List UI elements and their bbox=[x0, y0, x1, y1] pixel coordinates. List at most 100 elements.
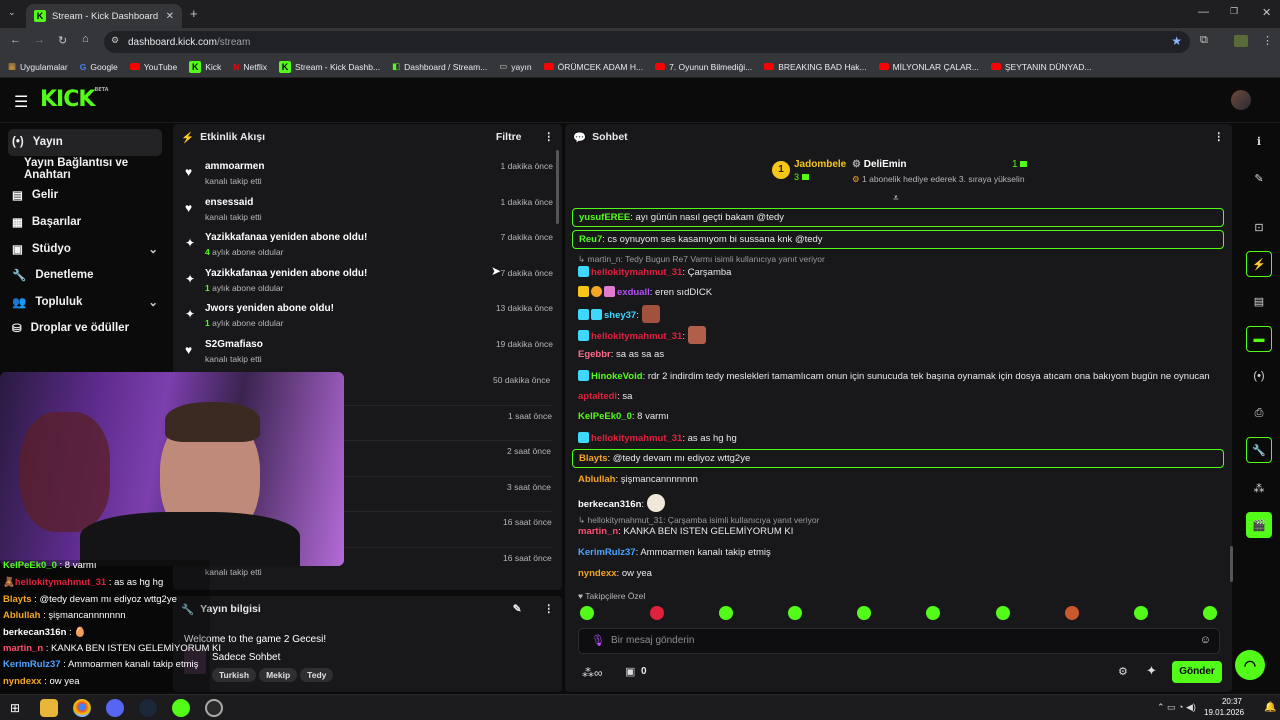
sidebar-item-denetleme[interactable]: 🔧 Denetleme bbox=[0, 262, 170, 289]
feed-item[interactable]: ✦ Jwors yeniden abone oldu! 1 aylık abon… bbox=[183, 303, 553, 339]
emote-icon[interactable] bbox=[1203, 606, 1217, 620]
sidebar-item-topluluk[interactable]: 👥 Topluluk ⌄ bbox=[0, 289, 170, 316]
emote-icon[interactable] bbox=[926, 606, 940, 620]
tag[interactable]: Mekip bbox=[259, 668, 298, 682]
capture-icon[interactable]: ⊡ bbox=[1246, 214, 1272, 240]
emote-icon[interactable] bbox=[580, 606, 594, 620]
sidebar-item-studyo[interactable]: ▣ Stüdyo ⌄ bbox=[0, 235, 170, 262]
browser-tab[interactable]: K Stream - Kick Dashboard ✕ bbox=[26, 4, 182, 28]
broadcast-icon[interactable]: (•) bbox=[1246, 363, 1272, 389]
notification-icon[interactable]: 🔔 bbox=[1264, 702, 1276, 713]
edit-pencil-icon[interactable]: ✎ bbox=[513, 603, 522, 615]
bookmark-google[interactable]: G Google bbox=[80, 62, 118, 72]
chat-message[interactable]: hellokitymahmut_31: Çarşamba bbox=[578, 266, 731, 278]
bookmark-dashboard[interactable]: ◧ Dashboard / Stream... bbox=[392, 61, 487, 72]
bookmark-folder-yayin[interactable]: ▭ yayın bbox=[499, 61, 531, 72]
chat-message[interactable]: Egebbr: sa as sa as bbox=[578, 349, 664, 360]
printer-icon[interactable]: ⎙ bbox=[1246, 400, 1272, 426]
emote-icon[interactable] bbox=[1065, 606, 1079, 620]
emote-icon[interactable] bbox=[1134, 606, 1148, 620]
extensions-icon[interactable]: ⧉ bbox=[1200, 34, 1208, 47]
chat-message[interactable]: hellokitymahmut_31: as as hg hg bbox=[578, 432, 737, 444]
bookmark-video-1[interactable]: ÖRÜMCEK ADAM H... bbox=[543, 62, 643, 72]
top-gifter-name[interactable]: Jadombele bbox=[794, 159, 846, 170]
more-options-icon[interactable]: ⋮ bbox=[544, 131, 555, 143]
chat-message[interactable]: shey37: bbox=[578, 305, 660, 323]
chrome-icon[interactable] bbox=[73, 699, 91, 717]
chat-message-highlighted[interactable]: Blayts: @tedy devam mı ediyoz wttg2ye bbox=[572, 449, 1224, 468]
tag[interactable]: Tedy bbox=[300, 668, 334, 682]
chat-message[interactable]: aptaltedi: sa bbox=[578, 391, 632, 402]
tag[interactable]: Turkish bbox=[212, 668, 257, 682]
wrench-icon[interactable]: 🔧 bbox=[1246, 437, 1272, 463]
bookmark-kick-stream[interactable]: K Stream - Kick Dashb... bbox=[279, 60, 380, 73]
emote-icon[interactable] bbox=[650, 606, 664, 620]
community-icon[interactable]: ⁂ bbox=[1246, 475, 1272, 501]
filter-button[interactable]: Filtre bbox=[496, 131, 522, 143]
emoji-picker-icon[interactable]: ☺ bbox=[1200, 634, 1211, 646]
user-avatar[interactable] bbox=[1231, 90, 1251, 110]
bookmark-video-4[interactable]: MİLYONLAR ÇALAR... bbox=[878, 62, 979, 72]
info-icon[interactable]: ℹ bbox=[1246, 128, 1272, 154]
browser-menu-icon[interactable]: ⋮ bbox=[1262, 34, 1273, 47]
window-close-icon[interactable]: ✕ bbox=[1262, 6, 1271, 19]
site-info-icon[interactable]: ⚙ bbox=[111, 35, 119, 46]
feed-item[interactable]: ♥ ensessaid kanalı takip etti 1 dakika ö… bbox=[183, 197, 553, 233]
send-button[interactable]: Gönder bbox=[1172, 661, 1222, 683]
support-headset-icon[interactable]: ◠ bbox=[1235, 650, 1265, 680]
chat-message-highlighted[interactable]: Reu7: cs oynuyom ses kasamıyom bi sussan… bbox=[572, 230, 1224, 249]
chat-message-highlighted[interactable]: yusufEREE: ayı günün nasıl geçti bakam @… bbox=[572, 208, 1224, 227]
sidebar-item-droplar[interactable]: ⛁ Droplar ve ödüller bbox=[0, 315, 170, 342]
microphone-icon[interactable]: 🎙 bbox=[591, 634, 605, 647]
bookmark-star-icon[interactable]: ★ bbox=[1171, 34, 1182, 48]
bookmark-netflix[interactable]: N Netflix bbox=[233, 62, 267, 72]
forward-icon[interactable]: → bbox=[34, 34, 45, 46]
emote-icon[interactable] bbox=[857, 606, 871, 620]
document-icon[interactable]: ▤ bbox=[1246, 288, 1272, 314]
gift-icon[interactable]: ▣ bbox=[625, 665, 635, 678]
chat-message[interactable]: KerimRulz37: Ammoarmen kanalı takip etmi… bbox=[578, 547, 771, 558]
windows-start-icon[interactable]: ⊞ bbox=[10, 701, 20, 715]
discord-icon[interactable] bbox=[106, 699, 124, 717]
system-tray-icons[interactable]: ⌃ ▭ ◔ ◀) bbox=[1157, 702, 1196, 713]
kick-app-icon[interactable] bbox=[172, 699, 190, 717]
infinity-points-icon[interactable]: ⁂∞ bbox=[582, 666, 603, 680]
restore-icon[interactable]: ❐ bbox=[1230, 6, 1238, 17]
sidebar-item-stream-key[interactable]: Yayın Bağlantısı ve Anahtarı bbox=[0, 156, 170, 183]
reload-icon[interactable]: ↻ bbox=[58, 34, 67, 47]
chat-scrollbar[interactable] bbox=[1230, 546, 1233, 582]
chat-bubble-icon[interactable]: ▬ bbox=[1246, 326, 1272, 352]
bookmark-kick[interactable]: K Kick bbox=[189, 60, 221, 73]
sidebar-item-gelir[interactable]: ▤ Gelir bbox=[0, 182, 170, 209]
minimize-icon[interactable]: — bbox=[1198, 6, 1209, 18]
clock-date[interactable]: 19.01.2026 bbox=[1204, 708, 1244, 717]
chat-message[interactable]: HinokeVoid: rdr 2 indirdim tedy meslekle… bbox=[578, 370, 1210, 382]
chat-message[interactable]: exduall: eren sıdDICK bbox=[578, 286, 712, 298]
gift-target-user[interactable]: ⚙ DeliEmin bbox=[852, 159, 907, 170]
feed-scrollbar[interactable] bbox=[556, 150, 559, 224]
steam-icon[interactable] bbox=[139, 699, 157, 717]
tab-list-icon[interactable]: ⌄ bbox=[8, 7, 16, 18]
new-tab-icon[interactable]: + bbox=[190, 6, 198, 21]
home-icon[interactable]: ⌂ bbox=[82, 33, 89, 45]
bookmark-video-3[interactable]: BREAKING BAD Hak... bbox=[764, 62, 867, 72]
url-field[interactable]: ⚙ dashboard.kick.com/stream ★ bbox=[104, 31, 1190, 53]
bookmark-youtube[interactable]: YouTube bbox=[129, 62, 177, 72]
back-icon[interactable]: ← bbox=[10, 34, 21, 46]
hamburger-menu-icon[interactable]: ☰ bbox=[14, 92, 28, 112]
edit-pencil-icon[interactable]: ✎ bbox=[1246, 165, 1272, 191]
sidebar-item-basarilar[interactable]: ▦ Başarılar bbox=[0, 209, 170, 236]
bookmark-video-5[interactable]: ŞEYTANIN DÜNYAD... bbox=[990, 62, 1091, 72]
bookmark-video-2[interactable]: 7. Oyunun Bilmediği... bbox=[655, 62, 752, 72]
emote-icon[interactable] bbox=[996, 606, 1010, 620]
clapperboard-icon[interactable]: 🎬 bbox=[1246, 512, 1272, 538]
chevron-down-icon[interactable]: ⌄ bbox=[148, 242, 158, 256]
file-explorer-icon[interactable] bbox=[40, 699, 58, 717]
bot-icon[interactable]: ✦ bbox=[1146, 663, 1157, 679]
chevron-down-icon[interactable]: ⌄ bbox=[148, 295, 158, 309]
settings-gear-icon[interactable]: ⚙ bbox=[1118, 665, 1128, 678]
chat-message[interactable]: KelPeEk0_0: 8 varmı bbox=[578, 411, 669, 422]
profile-avatar[interactable] bbox=[1234, 35, 1248, 47]
chat-message[interactable]: martin_n: KANKA BEN ISTEN GELEMİYORUM KI bbox=[578, 526, 793, 537]
chat-message[interactable]: nyndexx: ow yea bbox=[578, 568, 652, 579]
